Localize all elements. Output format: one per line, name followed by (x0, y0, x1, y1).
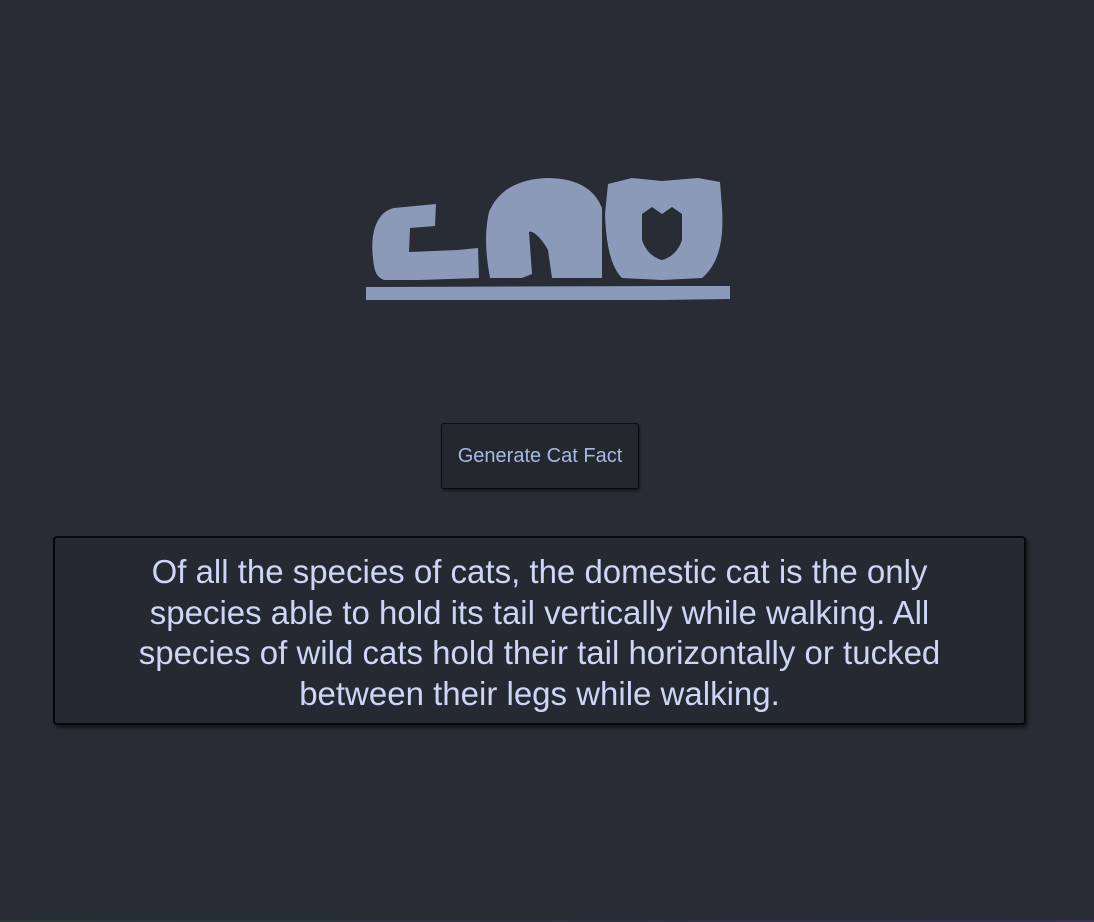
cat-logo (366, 178, 730, 300)
cat-fact-card: Of all the species of cats, the domestic… (53, 536, 1026, 725)
cat-fact-text: Of all the species of cats, the domestic… (138, 553, 941, 712)
generate-cat-fact-button[interactable]: Generate Cat Fact (441, 423, 639, 489)
